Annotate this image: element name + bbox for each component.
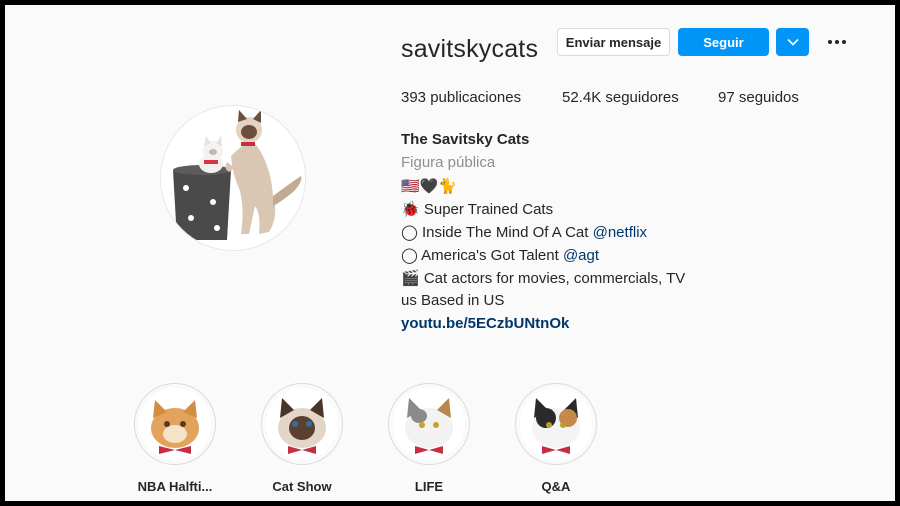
highlight-label: NBA Halfti... — [137, 479, 213, 494]
highlight-label: Cat Show — [272, 479, 332, 494]
send-message-button[interactable]: Enviar mensaje — [557, 28, 670, 56]
following-label: seguidos — [738, 89, 799, 106]
followers-stat[interactable]: 52.4K seguidores — [562, 89, 679, 106]
highlight-ring — [388, 383, 470, 465]
follow-button[interactable]: Seguir — [678, 28, 769, 56]
bio-line-actors: 🎬 Cat actors for movies, commercials, TV — [401, 270, 686, 287]
highlight-label: Q&A — [541, 479, 571, 494]
agt-mention-link[interactable]: @agt — [563, 247, 599, 264]
highlight-qa[interactable]: Q&A — [514, 383, 598, 494]
posts-label: publicaciones — [430, 89, 522, 106]
posts-stat: 393 publicaciones — [401, 89, 521, 106]
highlight-cat-show[interactable]: Cat Show — [260, 383, 344, 494]
followers-count: 52.4K — [562, 89, 602, 106]
bio-netflix-text: ◯ Inside The Mind Of A Cat — [401, 224, 593, 241]
bio-line-netflix: ◯ Inside The Mind Of A Cat @netflix — [401, 223, 647, 241]
followers-label: seguidores — [605, 89, 679, 106]
profile-page: savitskycats Enviar mensaje Seguir 393 p… — [5, 5, 895, 501]
netflix-mention-link[interactable]: @netflix — [593, 224, 647, 241]
white-cat-image — [393, 388, 465, 460]
highlight-cover — [139, 388, 211, 460]
bio-line-agt: ◯ America's Got Talent @agt — [401, 246, 599, 264]
highlight-cover — [266, 388, 338, 460]
profile-website-link[interactable]: youtu.be/5ECzbUNtnOk — [401, 315, 569, 332]
siamese-cat-image — [266, 388, 338, 460]
highlight-life[interactable]: LIFE — [387, 383, 471, 494]
profile-username: savitskycats — [401, 35, 539, 63]
more-dots-icon — [828, 40, 832, 44]
bio-line-trained: 🐞 Super Trained Cats — [401, 201, 554, 218]
bio-line-flags: 🇺🇸🖤🐈 — [401, 178, 458, 195]
highlight-nba-halftime[interactable]: NBA Halfti... — [133, 383, 217, 494]
highlight-cover — [520, 388, 592, 460]
more-options-button[interactable] — [823, 31, 851, 53]
calico-cat-image — [520, 388, 592, 460]
chevron-down-icon — [786, 38, 799, 46]
following-count: 97 — [718, 89, 735, 106]
following-stat[interactable]: 97 seguidos — [718, 89, 799, 106]
bio-agt-text: ◯ America's Got Talent — [401, 247, 563, 264]
highlight-cover — [393, 388, 465, 460]
profile-category: Figura pública — [401, 154, 496, 171]
highlight-ring — [261, 383, 343, 465]
bio-line-location: us Based in US — [401, 292, 505, 309]
profile-avatar[interactable] — [160, 105, 306, 251]
profile-full-name: The Savitsky Cats — [401, 131, 530, 148]
posts-count: 393 — [401, 89, 427, 106]
highlight-ring — [515, 383, 597, 465]
suggested-accounts-dropdown-button[interactable] — [776, 28, 809, 56]
highlight-ring — [134, 383, 216, 465]
highlight-label: LIFE — [414, 479, 444, 494]
orange-cat-image — [139, 388, 211, 460]
avatar-cats-image — [161, 106, 305, 250]
